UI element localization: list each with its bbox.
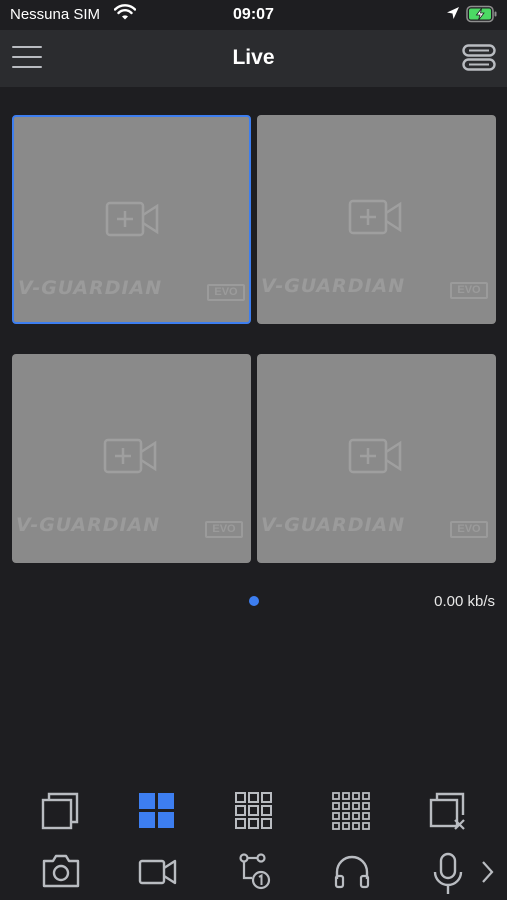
brand-watermark: V-GUARDIAN [261, 275, 406, 297]
header: Live [0, 30, 507, 87]
grid-16-icon [332, 792, 370, 830]
record-button[interactable] [138, 852, 178, 892]
brand-badge: EVO [450, 282, 488, 299]
close-all-icon [429, 792, 465, 830]
brand-badge: EVO [450, 521, 488, 538]
brand-watermark: V-GUARDIAN [18, 277, 163, 299]
chevron-right-icon [482, 861, 494, 883]
snapshot-button[interactable] [41, 852, 81, 892]
layout-single-button[interactable] [40, 791, 80, 831]
add-camera-icon [348, 438, 404, 479]
layout-9-button[interactable] [234, 791, 274, 831]
brand-watermark: V-GUARDIAN [16, 514, 161, 536]
record-icon [138, 859, 177, 885]
layout-16-button[interactable] [331, 791, 371, 831]
audio-button[interactable] [332, 852, 372, 892]
brand-badge: EVO [205, 521, 243, 538]
device-list-button[interactable] [462, 44, 496, 72]
audio-icon [334, 855, 370, 889]
location-arrow-icon [446, 6, 460, 25]
page-title: Live [232, 46, 275, 69]
microphone-icon [433, 852, 463, 894]
grid-9-icon [235, 792, 272, 829]
ptz-icon [239, 853, 271, 890]
grid-4-icon [139, 793, 174, 828]
brand-watermark: V-GUARDIAN [261, 514, 406, 536]
close-all-button[interactable] [428, 791, 468, 831]
battery-charging-icon [466, 5, 498, 28]
brand-badge: EVO [207, 284, 245, 301]
add-camera-icon [105, 201, 161, 242]
menu-button[interactable] [12, 43, 42, 73]
device-list-icon [462, 44, 496, 71]
clock: 09:07 [233, 6, 274, 23]
ptz-button[interactable] [236, 852, 276, 892]
status-bar: Nessuna SIM 09:07 [0, 0, 507, 30]
video-channel-tile[interactable]: V-GUARDIAN EVO [257, 354, 496, 563]
snapshot-icon [42, 854, 80, 888]
video-channel-tile[interactable]: V-GUARDIAN EVO [257, 115, 496, 324]
page-indicator-dot[interactable] [249, 596, 259, 606]
more-tools-button[interactable] [478, 858, 498, 898]
single-view-icon [41, 792, 79, 830]
layout-4-button[interactable] [137, 791, 177, 831]
add-camera-icon [103, 438, 159, 479]
bitrate-readout: 0.00 kb/s [434, 593, 495, 610]
video-channel-tile[interactable]: V-GUARDIAN EVO [12, 115, 251, 324]
talk-button[interactable] [428, 852, 468, 894]
video-channel-tile[interactable]: V-GUARDIAN EVO [12, 354, 251, 563]
add-camera-icon [348, 199, 404, 240]
